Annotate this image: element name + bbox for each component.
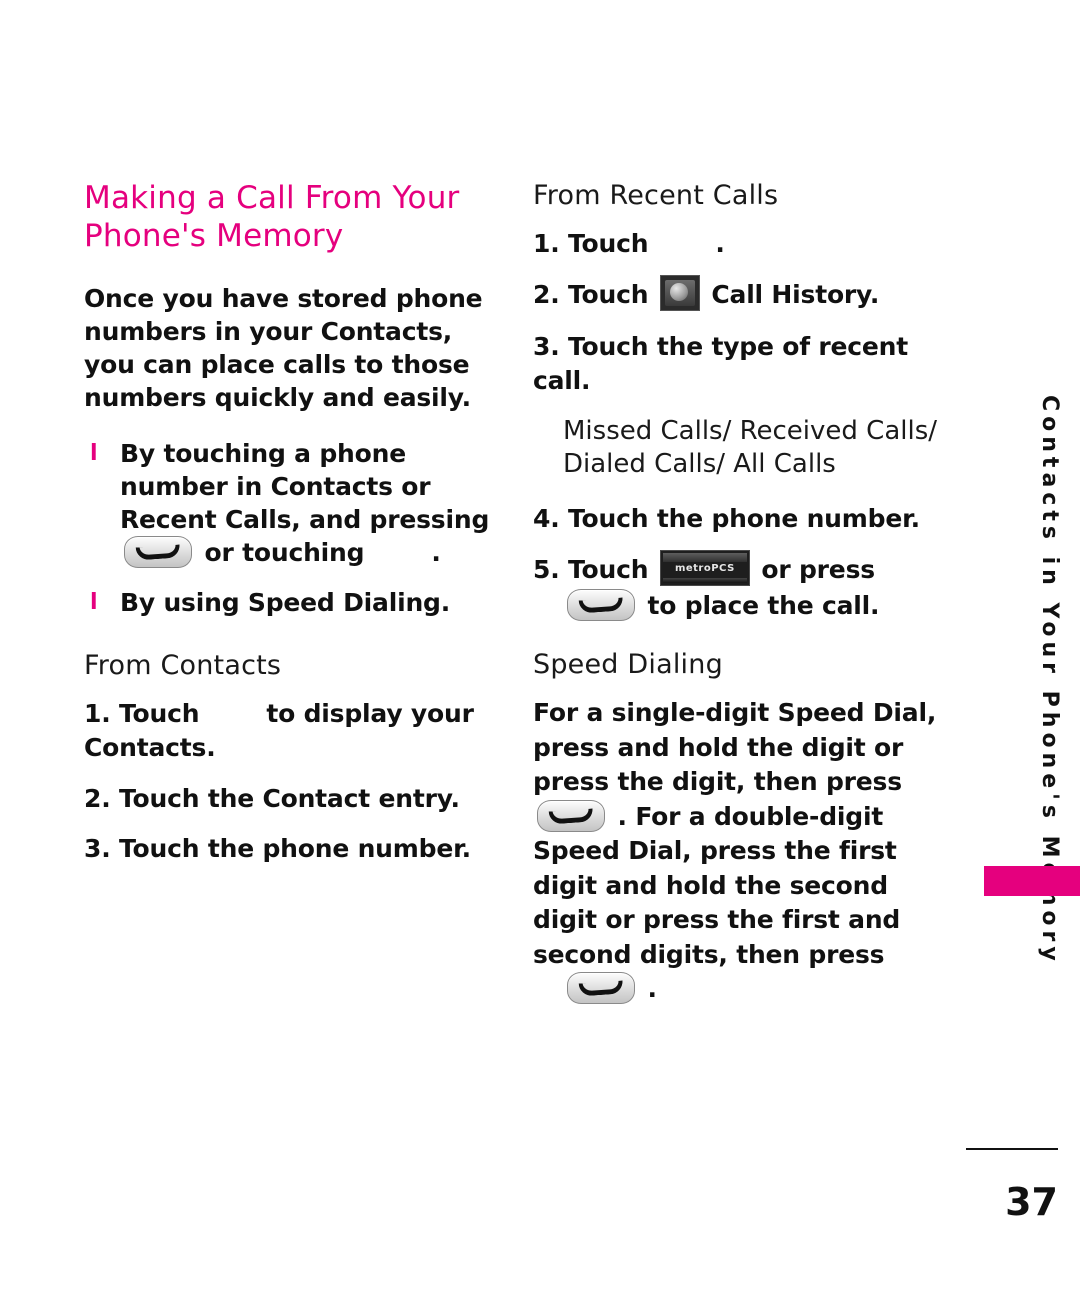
right-step-1-number: 1. xyxy=(533,229,560,258)
left-column: Making a Call From Your Phone's Memory O… xyxy=(84,180,504,883)
manual-page: Making a Call From Your Phone's Memory O… xyxy=(0,0,1080,1295)
left-step-3-text: Touch the phone number. xyxy=(119,834,471,864)
left-step-1: 1. Touch to display your Contacts. xyxy=(84,697,504,766)
menu-key-icon xyxy=(659,274,700,311)
metro-key-icon: metroPCS xyxy=(659,549,750,586)
right-step-1-text-before: Touch xyxy=(568,229,649,258)
bullet-1-text-end: . xyxy=(431,538,441,568)
bullet-1-text-before: By touching a phone number in Contacts o… xyxy=(120,438,490,535)
right-step-5: 5. Touch metroPCS or press to place the … xyxy=(533,549,953,624)
blank-key-icon xyxy=(659,233,705,257)
right-step-4: 4. Touch the phone number. xyxy=(533,502,953,537)
blank-key-icon xyxy=(375,542,421,566)
right-step-2: 2. Touch Call History. xyxy=(533,274,953,314)
left-step-3-number: 3. xyxy=(84,834,111,864)
section-heading-from-contacts: From Contacts xyxy=(84,649,282,681)
footer-divider xyxy=(966,1148,1058,1150)
page-number: 37 xyxy=(1005,1180,1058,1224)
right-step-1-text-after: . xyxy=(715,229,725,258)
left-step-2: 2. Touch the Contact entry. xyxy=(84,782,504,817)
right-step-3-text: Touch the type of recent call. xyxy=(533,331,909,396)
right-column: From Recent Calls 1. Touch . 2. Touch Ca… xyxy=(533,180,953,1023)
metro-key-label: metroPCS xyxy=(674,562,735,574)
bullet-marker-icon: l xyxy=(90,440,98,466)
bullet-item-2: l By using Speed Dialing. xyxy=(84,586,504,619)
right-step-5-line2: to place the call. xyxy=(533,588,953,624)
page-title: Making a Call From Your Phone's Memory xyxy=(84,180,460,254)
right-step-5-text-before: Touch xyxy=(568,554,649,584)
right-step-5-number: 5. xyxy=(533,554,560,584)
bullet-marker-icon: l xyxy=(90,590,98,616)
metro-key-bar xyxy=(662,577,747,583)
menu-key-dot xyxy=(669,282,688,301)
metro-key-band xyxy=(662,552,747,562)
section-heading-from-recent-calls: From Recent Calls xyxy=(533,180,779,211)
left-step-2-number: 2. xyxy=(84,783,111,813)
blank-key-icon xyxy=(210,703,256,727)
right-step-5-text-after: or press xyxy=(761,554,875,584)
right-step-4-text: Touch the phone number. xyxy=(568,504,920,534)
right-step-4-number: 4. xyxy=(533,504,560,534)
bullet-item-1: l By touching a phone number in Contacts… xyxy=(84,437,504,571)
send-key-icon xyxy=(567,972,635,1005)
right-step-2-number: 2. xyxy=(533,279,560,309)
bullet-1-text-after: or touching xyxy=(204,538,365,568)
intro-paragraph: Once you have stored phone numbers in yo… xyxy=(84,283,483,413)
speed-dialing-part3: . xyxy=(647,974,658,1004)
bullet-2-text: By using Speed Dialing. xyxy=(120,588,451,618)
side-tab-marker xyxy=(984,866,1080,896)
right-step-1: 1. Touch . xyxy=(533,227,953,262)
right-step-3-number: 3. xyxy=(533,331,560,361)
speed-dialing-line-last: . xyxy=(533,972,953,1007)
send-key-icon xyxy=(567,588,635,621)
section-heading-speed-dialing: Speed Dialing xyxy=(533,649,723,681)
right-step-3: 3. Touch the type of recent call. xyxy=(533,330,953,399)
side-tab-chapter-title: Contacts in Your Phone's Memory xyxy=(1037,395,1062,966)
right-step-2-text-before: Touch xyxy=(568,279,649,309)
left-step-2-text: Touch the Contact entry. xyxy=(119,783,460,813)
right-step-2-text-after: Call History. xyxy=(711,279,880,309)
send-key-icon xyxy=(124,536,192,569)
speed-dialing-part1: For a single-digit Speed Dial, press and… xyxy=(533,698,937,797)
right-step-5-text-end: to place the call. xyxy=(647,590,880,620)
left-step-3: 3. Touch the phone number. xyxy=(84,832,504,867)
left-step-1-text-before: Touch xyxy=(119,698,200,728)
call-types-note: Missed Calls/ Received Calls/ Dialed Cal… xyxy=(563,415,938,480)
left-step-1-number: 1. xyxy=(84,698,111,728)
speed-dialing-paragraph: For a single-digit Speed Dial, press and… xyxy=(533,696,953,1007)
send-key-icon xyxy=(537,799,605,832)
